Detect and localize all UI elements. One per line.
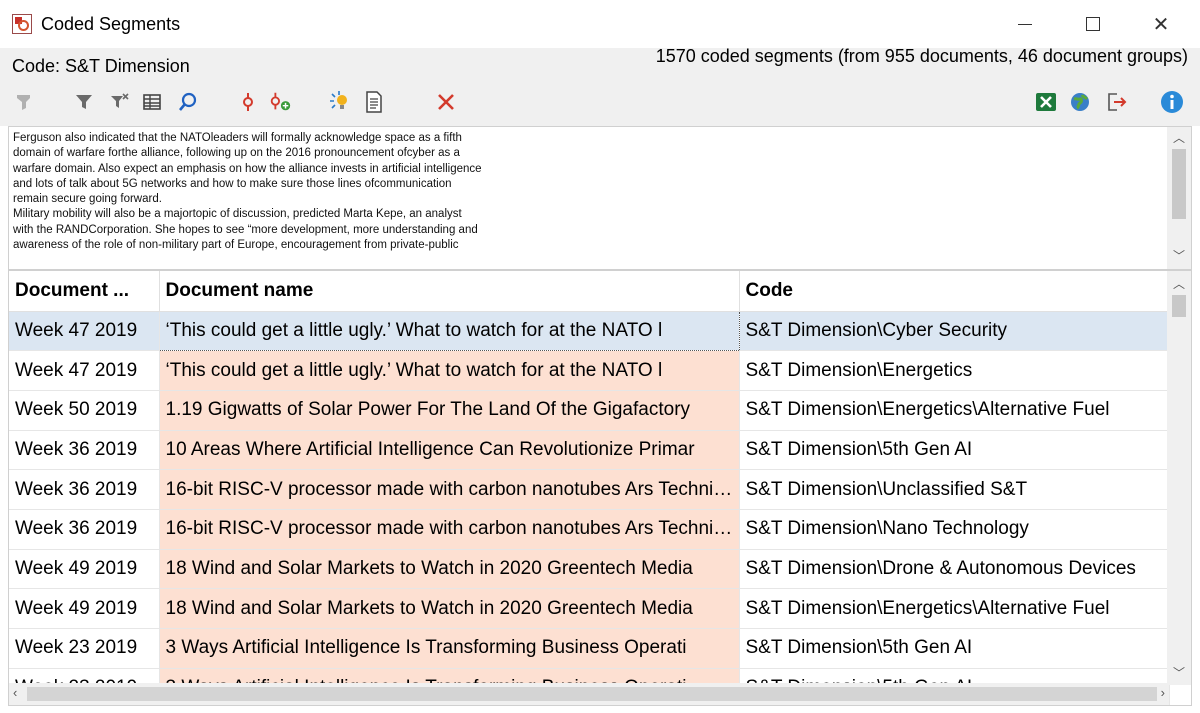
close-icon: ✕ bbox=[1152, 13, 1170, 36]
table-horizontal-scrollbar[interactable]: ‹ › bbox=[9, 683, 1169, 705]
globe-icon[interactable] bbox=[1068, 90, 1092, 114]
scroll-down-icon[interactable]: ﹀ bbox=[1167, 664, 1191, 681]
cell-week: Week 36 2019 bbox=[9, 469, 160, 510]
table-vertical-scrollbar[interactable]: ︿ ﹀ bbox=[1167, 271, 1191, 685]
preview-scrollbar[interactable]: ︿ ﹀ bbox=[1167, 127, 1191, 269]
cell-document-name: 16-bit RISC-V processor made with carbon… bbox=[159, 509, 740, 550]
table-row[interactable]: Week 50 2019 1.19 Gigwatts of Solar Powe… bbox=[9, 390, 1170, 431]
cell-code: S&T Dimension\Unclassified S&T bbox=[739, 469, 1170, 510]
cell-code: S&T Dimension\Nano Technology bbox=[739, 509, 1170, 550]
column-header-document-name[interactable]: Document name bbox=[159, 271, 740, 312]
preview-line: warfare domain. Also expect an emphasis … bbox=[13, 162, 482, 175]
scroll-up-icon[interactable]: ︿ bbox=[1167, 275, 1191, 292]
code-label: Code: S&T Dimension bbox=[12, 56, 190, 76]
column-header-document-group[interactable]: Document ... bbox=[9, 271, 160, 312]
cell-document-name: 18 Wind and Solar Markets to Watch in 20… bbox=[159, 549, 740, 590]
close-button[interactable]: ✕ bbox=[1138, 8, 1184, 40]
maximize-icon bbox=[1086, 17, 1100, 31]
cell-week: Week 36 2019 bbox=[9, 430, 160, 471]
cell-document-name: ‘This could get a little ugly.’ What to … bbox=[158, 310, 740, 352]
add-code-icon[interactable] bbox=[268, 90, 292, 114]
cell-code: S&T Dimension\5th Gen AI bbox=[739, 430, 1170, 471]
table-row[interactable]: Week 36 2019 16-bit RISC-V processor mad… bbox=[9, 509, 1170, 550]
minimize-icon bbox=[1018, 23, 1032, 25]
cell-document-name: 18 Wind and Solar Markets to Watch in 20… bbox=[159, 588, 740, 629]
cell-document-name: 16-bit RISC-V processor made with carbon… bbox=[159, 469, 740, 510]
preview-line: awareness of the role of non-military pa… bbox=[13, 239, 459, 252]
cell-code: S&T Dimension\Energetics bbox=[739, 350, 1170, 391]
preview-line: with the RANDCorporation. She hopes to s… bbox=[13, 223, 478, 236]
cell-week: Week 49 2019 bbox=[9, 588, 160, 629]
cell-week: Week 47 2019 bbox=[9, 350, 160, 391]
funnel-icon[interactable] bbox=[72, 90, 96, 114]
horizontal-scroll-thumb[interactable] bbox=[27, 687, 1157, 701]
cell-code: S&T Dimension\Drone & Autonomous Devices bbox=[739, 549, 1170, 590]
preview-text: Ferguson also indicated that the NATOlea… bbox=[13, 131, 573, 253]
search-icon[interactable] bbox=[176, 90, 200, 114]
segments-table: Document ... Document name Code Week 47 … bbox=[8, 270, 1192, 706]
cell-document-name: 1.19 Gigwatts of Solar Power For The Lan… bbox=[159, 390, 740, 431]
table-row[interactable]: Week 36 2019 16-bit RISC-V processor mad… bbox=[9, 469, 1170, 510]
cell-week: Week 49 2019 bbox=[9, 549, 160, 590]
cell-code: S&T Dimension\Cyber Security bbox=[739, 311, 1170, 352]
scroll-up-icon[interactable]: ︿ bbox=[1167, 129, 1191, 149]
table-scroll-thumb[interactable] bbox=[1172, 295, 1186, 317]
code-icon[interactable] bbox=[236, 90, 260, 114]
header: Code: S&T Dimension 1570 coded segments … bbox=[0, 46, 1200, 126]
scroll-left-icon[interactable]: ‹ bbox=[13, 685, 17, 700]
cell-code: S&T Dimension\Energetics\Alternative Fue… bbox=[739, 390, 1170, 431]
table-row[interactable]: Week 47 2019 ‘This could get a little ug… bbox=[9, 350, 1170, 391]
table-row[interactable]: Week 49 2019 18 Wind and Solar Markets t… bbox=[9, 549, 1170, 590]
maximize-button[interactable] bbox=[1070, 8, 1116, 40]
cell-week: Week 47 2019 bbox=[9, 311, 160, 352]
table-row[interactable]: Week 23 2019 3 Ways Artificial Intellige… bbox=[9, 628, 1170, 669]
cell-week: Week 23 2019 bbox=[9, 628, 160, 669]
cell-code: S&T Dimension\Energetics\Alternative Fue… bbox=[739, 588, 1170, 629]
info-icon[interactable] bbox=[1160, 90, 1184, 114]
export-icon[interactable] bbox=[1104, 90, 1128, 114]
cell-document-name: ‘This could get a little ugly.’ What to … bbox=[159, 350, 740, 391]
table-row[interactable]: Week 36 2019 10 Areas Where Artificial I… bbox=[9, 430, 1170, 471]
minimize-button[interactable] bbox=[1002, 8, 1048, 40]
preview-scroll-thumb[interactable] bbox=[1172, 149, 1186, 219]
summary-icon[interactable] bbox=[362, 90, 386, 114]
window-title: Coded Segments bbox=[41, 14, 181, 34]
lightbulb-icon[interactable] bbox=[328, 90, 352, 114]
title-bar: Coded Segments ✕ bbox=[0, 0, 1200, 48]
cell-week: Week 50 2019 bbox=[9, 390, 160, 431]
cell-code: S&T Dimension\5th Gen AI bbox=[739, 628, 1170, 669]
column-header-code[interactable]: Code bbox=[739, 271, 1170, 312]
preview-line: Military mobility will also be a majorto… bbox=[13, 208, 462, 221]
scroll-down-icon[interactable]: ﹀ bbox=[1167, 247, 1191, 267]
app-icon bbox=[12, 14, 32, 34]
scroll-right-icon[interactable]: › bbox=[1161, 685, 1165, 700]
cell-document-name: 3 Ways Artificial Intelligence Is Transf… bbox=[159, 628, 740, 669]
segment-count: 1570 coded segments (from 955 documents,… bbox=[655, 46, 1188, 66]
filter-icon[interactable] bbox=[12, 90, 36, 114]
table-row[interactable]: Week 49 2019 18 Wind and Solar Markets t… bbox=[9, 588, 1170, 629]
preview-line: remain secure going forward. bbox=[13, 193, 162, 206]
cell-week: Week 36 2019 bbox=[9, 509, 160, 550]
excel-icon[interactable] bbox=[1034, 90, 1058, 114]
cell-document-name: 10 Areas Where Artificial Intelligence C… bbox=[159, 430, 740, 471]
segment-preview[interactable]: Ferguson also indicated that the NATOlea… bbox=[8, 126, 1192, 270]
clear-filter-icon[interactable] bbox=[108, 90, 132, 114]
preview-line: domain of warfare forthe alliance, follo… bbox=[13, 147, 460, 160]
delete-icon[interactable] bbox=[434, 90, 458, 114]
preview-line: and lots of talk about 5G networks and h… bbox=[13, 177, 452, 190]
toolbar bbox=[0, 86, 1200, 118]
table-row[interactable]: Week 47 2019 ‘This could get a little ug… bbox=[9, 310, 1170, 352]
columns-icon[interactable] bbox=[140, 90, 164, 114]
preview-line: Ferguson also indicated that the NATOlea… bbox=[13, 132, 462, 144]
